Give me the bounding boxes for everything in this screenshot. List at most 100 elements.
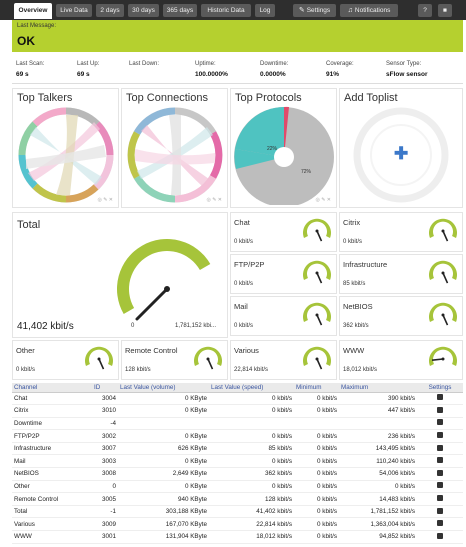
- wrench-icon: ✎: [298, 7, 305, 14]
- col-maximum[interactable]: Maximum: [339, 383, 417, 393]
- top-talkers-panel[interactable]: Top Talkers ◎ ✎ ✕: [12, 88, 119, 208]
- gear-icon[interactable]: [437, 520, 443, 527]
- gauge-dial: [303, 302, 331, 326]
- total-needle: [135, 287, 169, 321]
- tab-2-days[interactable]: 2 days: [96, 4, 124, 17]
- table-row[interactable]: Chat 3004 0 KByte 0 kbit/s 0 kbit/s 390 kbit/…: [12, 392, 463, 406]
- table-cell: [339, 417, 417, 431]
- table-row[interactable]: Total -1 303,188 KByte 41,402 kbit/s 0 kbit/…: [12, 505, 463, 519]
- tab-historic-data[interactable]: Historic Data: [201, 4, 251, 17]
- tab-30-days[interactable]: 30 days: [128, 4, 159, 17]
- pie-label-a: 22%: [267, 146, 278, 152]
- gear-icon[interactable]: [437, 532, 443, 539]
- table-row[interactable]: Mail 3003 0 KByte 0 kbit/s 0 kbit/s 110,240 k…: [12, 454, 463, 469]
- notifications-label: Notifications: [354, 7, 391, 14]
- table-cell: 3007: [92, 442, 118, 456]
- table-row[interactable]: Citrix 3010 0 KByte 0 kbit/s 0 kbit/s 447 kbi…: [12, 404, 463, 418]
- gear-icon[interactable]: [437, 419, 443, 426]
- table-cell: 362 kbit/s: [209, 467, 294, 481]
- gauge-panel[interactable]: Chat 0 kbit/s: [230, 212, 337, 252]
- tab-overview[interactable]: Overview: [14, 3, 52, 19]
- table-row[interactable]: Various 3009 167,070 KByte 22,814 kbit/s 0 k…: [12, 517, 463, 532]
- top-protocols-title: Top Protocols: [235, 92, 302, 104]
- add-toplist-panel[interactable]: Add Toplist ✚: [339, 88, 463, 208]
- table-row[interactable]: Downtime -4: [12, 417, 463, 431]
- table-cell-settings: [417, 530, 463, 544]
- table-cell: 626 KByte: [118, 442, 209, 456]
- delete-button[interactable]: ■: [438, 4, 452, 17]
- table-cell: Citrix: [12, 404, 92, 418]
- panel-controls[interactable]: ◎ ✎ ✕: [97, 197, 113, 203]
- gauge-panel[interactable]: Infrastructure 85 kbit/s: [339, 254, 463, 294]
- gear-icon[interactable]: [437, 394, 443, 401]
- table-cell: Mail: [12, 454, 92, 469]
- add-toplist-title: Add Toplist: [344, 92, 398, 104]
- total-gauge: [117, 239, 211, 321]
- col-minimum[interactable]: Minimum: [294, 383, 339, 393]
- gauge-panel[interactable]: Citrix 0 kbit/s: [339, 212, 463, 252]
- table-row[interactable]: WWW 3001 131,904 KByte 18,012 kbit/s 0 kbit/…: [12, 530, 463, 544]
- plus-icon[interactable]: ✚: [394, 144, 408, 164]
- table-cell-settings: [417, 492, 463, 506]
- stat-coverage: Coverage: 91%: [326, 61, 354, 78]
- table-cell: 3002: [92, 429, 118, 443]
- panel-controls[interactable]: ◎ ✎ ✕: [206, 197, 222, 203]
- total-gauge-panel[interactable]: Total 41,402 kbit/s 0 1,781,152 kbi...: [12, 212, 228, 338]
- table-cell: 0 kbit/s: [294, 442, 339, 456]
- top-protocols-panel[interactable]: Top Protocols 22% 72% ◎ ✎ ✕: [230, 88, 337, 208]
- tab-365-days[interactable]: 365 days: [163, 4, 197, 17]
- table-cell: FTP/P2P: [12, 429, 92, 443]
- table-cell: 0 kbit/s: [294, 517, 339, 532]
- help-button[interactable]: ?: [418, 4, 432, 17]
- table-cell: 3008: [92, 467, 118, 481]
- gear-icon[interactable]: [437, 495, 443, 502]
- table-cell: 0 kbit/s: [294, 492, 339, 506]
- tab-live-data[interactable]: Live Data: [56, 4, 92, 17]
- bell-icon: ♫: [347, 7, 353, 14]
- table-header-row: Channel ID Last Value (volume) Last Valu…: [12, 383, 463, 393]
- gauge-panel[interactable]: WWW 18,012 kbit/s: [339, 340, 463, 380]
- gear-icon[interactable]: [437, 482, 443, 489]
- gauge-panel[interactable]: Other 0 kbit/s: [12, 340, 119, 380]
- gear-icon[interactable]: [437, 432, 443, 439]
- tab-log[interactable]: Log: [255, 4, 275, 17]
- gauge-panel[interactable]: NetBIOS 362 kbit/s: [339, 296, 463, 336]
- col-id[interactable]: ID: [92, 383, 118, 393]
- gear-icon[interactable]: [437, 469, 443, 476]
- table-row[interactable]: NetBIOS 3008 2,649 KByte 362 kbit/s 0 kbit/s…: [12, 467, 463, 481]
- gear-icon[interactable]: [437, 406, 443, 413]
- table-cell: 128 kbit/s: [209, 492, 294, 506]
- gauge-panel[interactable]: FTP/P2P 0 kbit/s: [230, 254, 337, 294]
- gauge-value: 362 kbit/s: [343, 323, 369, 329]
- col-last-volume[interactable]: Last Value (volume): [118, 383, 209, 393]
- gauge-panel[interactable]: Remote Control 128 kbit/s: [121, 340, 228, 380]
- table-cell: [294, 417, 339, 431]
- table-cell: 0 kbit/s: [294, 404, 339, 418]
- table-row[interactable]: Infrastructure 3007 626 KByte 85 kbit/s 0 kb…: [12, 442, 463, 456]
- gauge-dial: [429, 302, 457, 326]
- notifications-button[interactable]: ♫ Notifications: [340, 4, 398, 17]
- top-connections-panel[interactable]: Top Connections ◎ ✎ ✕: [121, 88, 228, 208]
- table-cell: 0 kbit/s: [209, 392, 294, 406]
- table-cell: 3003: [92, 454, 118, 469]
- gauge-panel[interactable]: Various 22,814 kbit/s: [230, 340, 337, 380]
- settings-button[interactable]: ✎ Settings: [293, 4, 336, 17]
- gauge-needle: [442, 314, 449, 326]
- gear-icon[interactable]: [437, 457, 443, 464]
- gear-icon[interactable]: [437, 507, 443, 514]
- panel-controls[interactable]: ◎ ✎ ✕: [315, 197, 331, 203]
- col-channel[interactable]: Channel: [12, 383, 92, 393]
- pie-label-b: 72%: [301, 169, 312, 175]
- gauge-dial: [303, 260, 331, 284]
- table-cell: 0 kbit/s: [209, 480, 294, 494]
- table-row[interactable]: FTP/P2P 3002 0 KByte 0 kbit/s 0 kbit/s 236 kb…: [12, 429, 463, 443]
- table-cell: 0 KByte: [118, 454, 209, 469]
- col-last-speed[interactable]: Last Value (speed): [209, 383, 294, 393]
- table-row[interactable]: Other 0 0 KByte 0 kbit/s 0 kbit/s 0 kbit/s: [12, 480, 463, 494]
- table-cell: 1,781,152 kbit/s: [339, 505, 417, 519]
- table-cell-settings: [417, 454, 463, 469]
- gauge-panel[interactable]: Mail 0 kbit/s: [230, 296, 337, 336]
- gauge-dial: [429, 260, 457, 284]
- table-row[interactable]: Remote Control 3005 940 KByte 128 kbit/s 0 k…: [12, 492, 463, 506]
- gear-icon[interactable]: [437, 444, 443, 451]
